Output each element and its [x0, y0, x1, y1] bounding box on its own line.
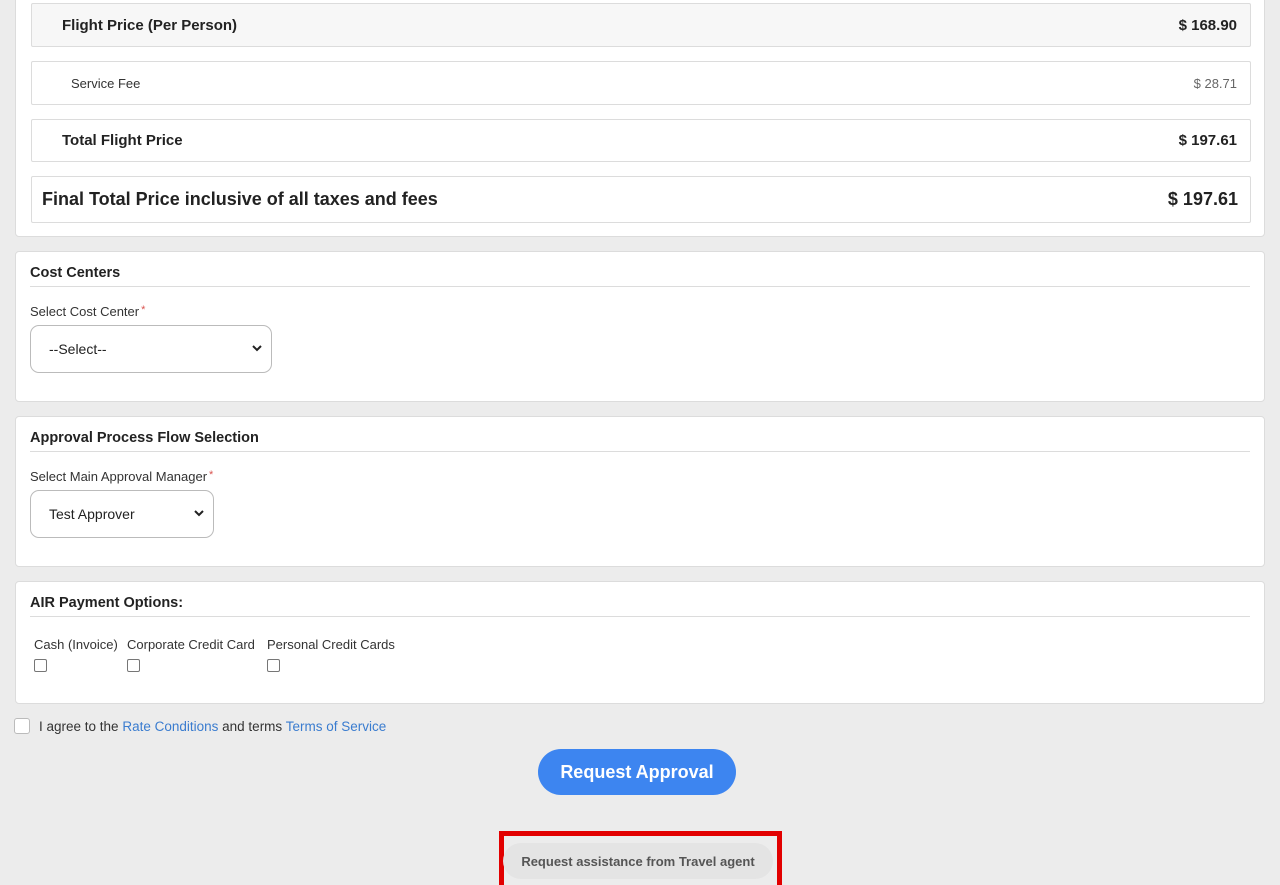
- service-fee-row: Service Fee $ 28.71: [31, 61, 1251, 105]
- cost-center-label-text: Select Cost Center: [30, 304, 140, 319]
- flight-price-label: Flight Price (Per Person): [62, 16, 238, 34]
- approval-title: Approval Process Flow Selection: [30, 430, 259, 446]
- cost-center-label: Select Cost Center *: [30, 304, 145, 319]
- divider: [30, 451, 1250, 452]
- flight-price-value: $ 168.90: [1178, 16, 1237, 34]
- payment-option-label: Personal Credit Cards: [267, 637, 395, 652]
- payment-option-cash: Cash (Invoice): [34, 637, 118, 672]
- agree-checkbox[interactable]: [14, 718, 30, 734]
- payment-option-label: Cash (Invoice): [34, 637, 118, 652]
- payment-option-corporate-card: Corporate Credit Card: [127, 637, 255, 672]
- agreement-row: I agree to the Rate Conditions and terms…: [14, 718, 386, 734]
- divider: [30, 616, 1250, 617]
- payment-option-personal-card: Personal Credit Cards: [267, 637, 395, 672]
- terms-of-service-link[interactable]: Terms of Service: [286, 719, 387, 734]
- price-summary-card: Flight Price (Per Person) $ 168.90 Servi…: [15, 0, 1265, 237]
- final-total-value: $ 197.61: [1167, 189, 1238, 209]
- personal-credit-cards-checkbox[interactable]: [267, 659, 280, 672]
- approval-manager-select-value: Test Approver: [49, 506, 135, 522]
- flight-price-row: Flight Price (Per Person) $ 168.90: [31, 3, 1251, 47]
- approval-card: Approval Process Flow Selection Select M…: [15, 416, 1265, 567]
- service-fee-label: Service Fee: [71, 75, 141, 91]
- corporate-credit-card-checkbox[interactable]: [127, 659, 140, 672]
- rate-conditions-link[interactable]: Rate Conditions: [122, 719, 218, 734]
- request-approval-button[interactable]: Request Approval: [538, 749, 736, 795]
- chevron-down-icon: [194, 508, 204, 520]
- agreement-text: I agree to the Rate Conditions and terms…: [39, 719, 386, 734]
- approval-manager-label: Select Main Approval Manager *: [30, 469, 213, 484]
- total-flight-row: Total Flight Price $ 197.61: [31, 119, 1251, 162]
- agreement-prefix: I agree to the: [39, 718, 119, 734]
- cost-centers-card: Cost Centers Select Cost Center * --Selec…: [15, 251, 1265, 402]
- payment-options-title: AIR Payment Options:: [30, 595, 184, 611]
- request-assistance-button[interactable]: Request assistance from Travel agent: [503, 843, 773, 879]
- total-flight-value: $ 197.61: [1178, 132, 1237, 149]
- page: Flight Price (Per Person) $ 168.90 Servi…: [0, 0, 1280, 885]
- required-marker: *: [141, 304, 146, 316]
- service-fee-value: $ 28.71: [1193, 75, 1237, 91]
- total-flight-label: Total Flight Price: [62, 132, 183, 149]
- final-total-row: Final Total Price inclusive of all taxes…: [31, 176, 1251, 223]
- agreement-middle: and terms: [222, 718, 283, 734]
- chevron-down-icon: [252, 343, 262, 355]
- cost-center-select[interactable]: --Select--: [30, 325, 272, 373]
- cash-invoice-checkbox[interactable]: [34, 659, 47, 672]
- cost-center-select-value: --Select--: [49, 341, 107, 357]
- payment-options-card: AIR Payment Options: Cash (Invoice) Corp…: [15, 581, 1265, 704]
- cost-centers-title: Cost Centers: [30, 265, 121, 281]
- approval-manager-label-text: Select Main Approval Manager: [30, 469, 208, 484]
- approval-manager-select[interactable]: Test Approver: [30, 490, 214, 538]
- divider: [30, 286, 1250, 287]
- payment-option-label: Corporate Credit Card: [127, 637, 255, 652]
- final-total-label: Final Total Price inclusive of all taxes…: [42, 189, 438, 209]
- required-marker: *: [209, 469, 214, 481]
